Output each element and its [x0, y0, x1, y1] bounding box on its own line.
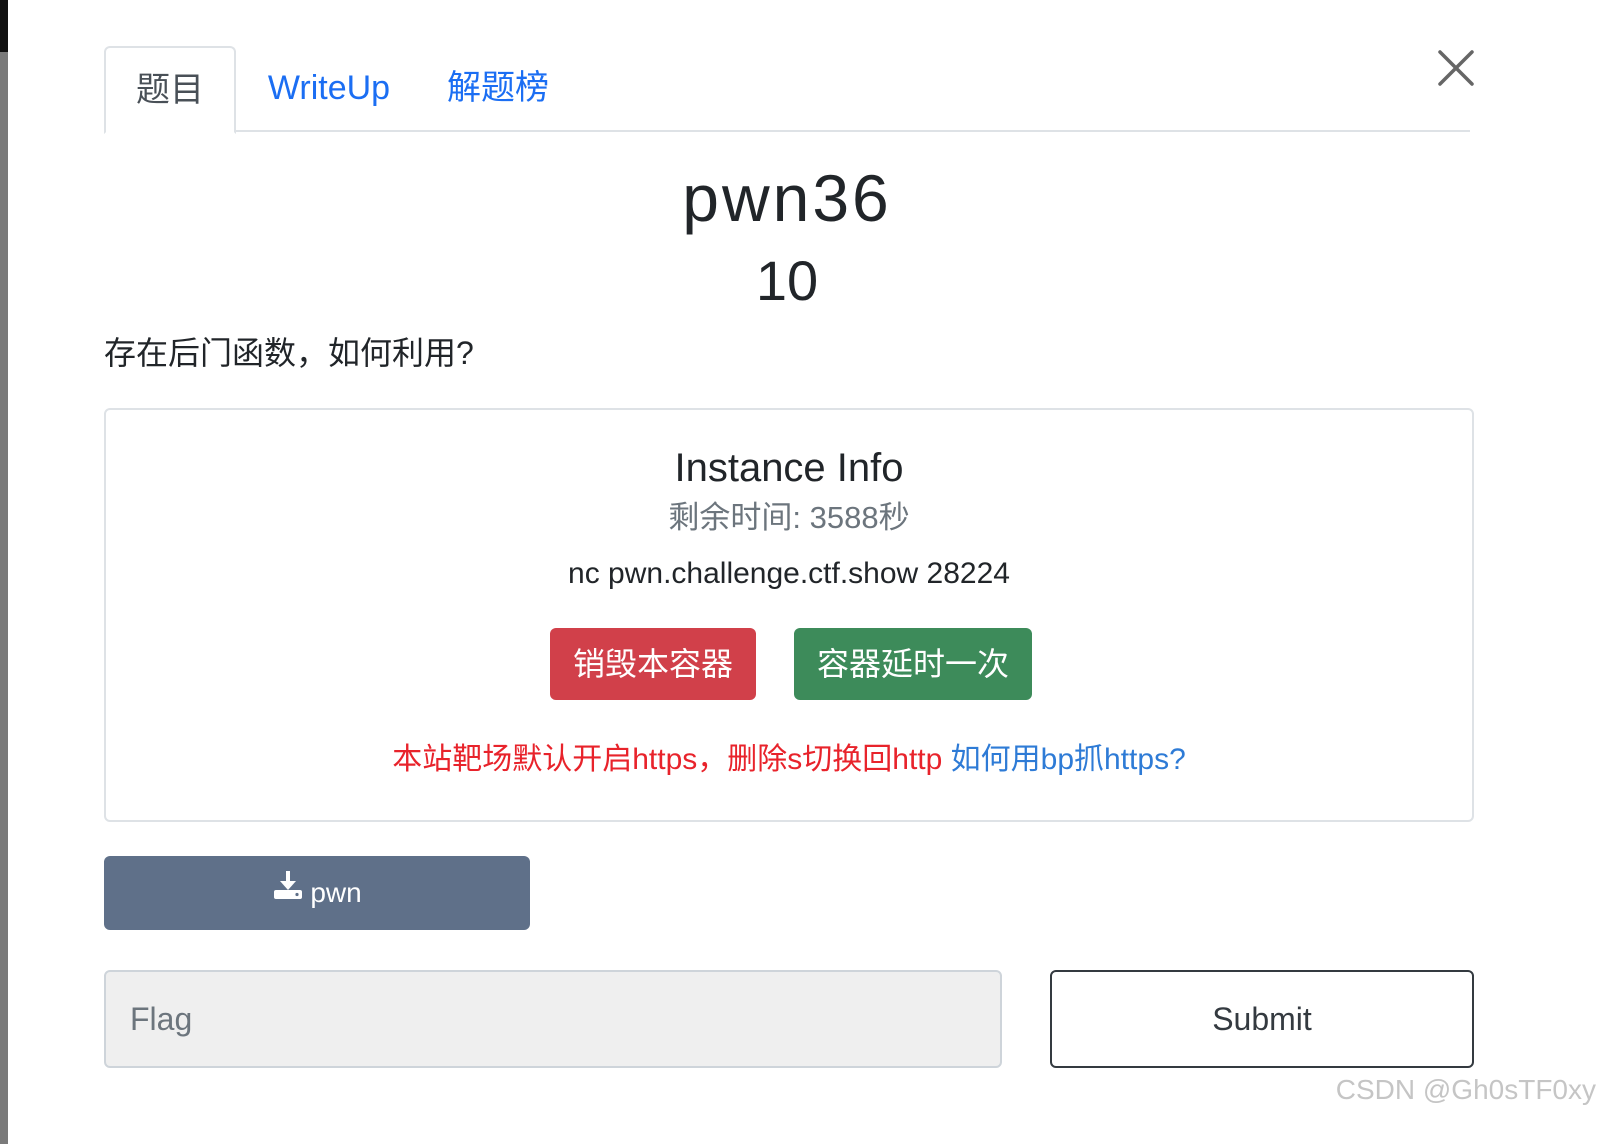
close-icon[interactable] — [1434, 46, 1478, 90]
download-icon — [272, 855, 304, 929]
connection-command: nc pwn.challenge.ctf.show 28224 — [568, 557, 1010, 590]
csdn-watermark: CSDN @Gh0sTF0xy — [1335, 1074, 1596, 1105]
tab-solves[interactable]: 解题榜 — [430, 46, 566, 130]
tab-bar: 题目 WriteUp 解题榜 — [104, 46, 1470, 134]
submit-button[interactable]: Submit — [1050, 970, 1474, 1068]
download-button[interactable]: pwn — [104, 856, 530, 930]
challenge-modal: 题目 WriteUp 解题榜 pwn36 10 存在后门函数，如何利用? Ins… — [8, 0, 1604, 1144]
instance-panel: Instance Info 剩余时间: 3588秒 nc pwn.challen… — [104, 408, 1474, 822]
flag-input[interactable] — [104, 970, 1002, 1068]
remaining-time: 剩余时间: 3588秒 — [668, 500, 910, 535]
extend-container-button[interactable]: 容器延时一次 — [794, 628, 1032, 700]
https-notice: 本站靶场默认开启https，删除s切换回http 如何用bp抓https? — [106, 740, 1472, 780]
download-label: pwn — [310, 877, 362, 908]
bp-https-help-link[interactable]: 如何用bp抓https? — [951, 743, 1186, 776]
tab-writeup[interactable]: WriteUp — [254, 46, 404, 130]
challenge-title: pwn36 — [682, 161, 892, 235]
https-warning-text: 本站靶场默认开启https，删除s切换回http — [392, 743, 943, 776]
tab-challenge[interactable]: 题目 — [104, 46, 236, 134]
background-edge-gray — [0, 52, 8, 1144]
challenge-description: 存在后门函数，如何利用? — [104, 335, 474, 371]
destroy-container-button[interactable]: 销毁本容器 — [550, 628, 756, 700]
background-edge-dark — [0, 0, 8, 52]
challenge-score: 10 — [755, 249, 819, 312]
instance-title: Instance Info — [674, 446, 904, 490]
